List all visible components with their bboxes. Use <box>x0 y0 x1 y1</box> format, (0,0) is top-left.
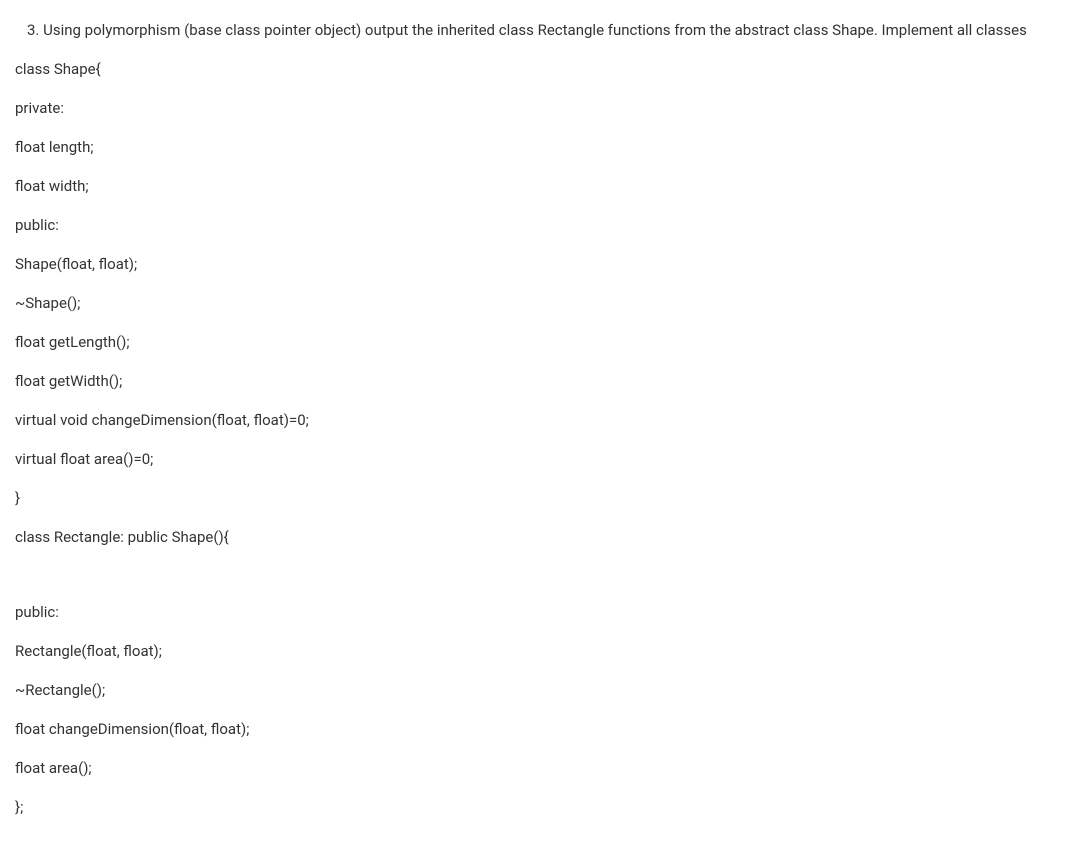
code-line: public: <box>15 602 1074 623</box>
code-line: Shape(float, float); <box>15 254 1074 275</box>
code-line: class Shape{ <box>15 59 1074 80</box>
code-line: private: <box>15 98 1074 119</box>
code-line: float area(); <box>15 758 1074 779</box>
code-line: float getLength(); <box>15 332 1074 353</box>
code-line: Rectangle(float, float); <box>15 641 1074 662</box>
code-line: float width; <box>15 176 1074 197</box>
question-prompt: 3. Using polymorphism (base class pointe… <box>15 20 1074 41</box>
code-line: public: <box>15 215 1074 236</box>
document-content: 3. Using polymorphism (base class pointe… <box>15 20 1074 818</box>
code-line: float changeDimension(float, float); <box>15 719 1074 740</box>
question-number: 3. <box>27 21 39 39</box>
code-line: class Rectangle: public Shape(){ <box>15 527 1074 548</box>
question-text: Using polymorphism (base class pointer o… <box>43 21 1027 39</box>
code-line: virtual float area()=0; <box>15 449 1074 470</box>
code-line: }; <box>15 797 1074 818</box>
code-line: ~Shape(); <box>15 293 1074 314</box>
code-line: virtual void changeDimension(float, floa… <box>15 410 1074 431</box>
code-line: } <box>15 488 1074 509</box>
code-line: float getWidth(); <box>15 371 1074 392</box>
code-line: ~Rectangle(); <box>15 680 1074 701</box>
code-line: float length; <box>15 137 1074 158</box>
blank-line <box>15 566 1074 584</box>
